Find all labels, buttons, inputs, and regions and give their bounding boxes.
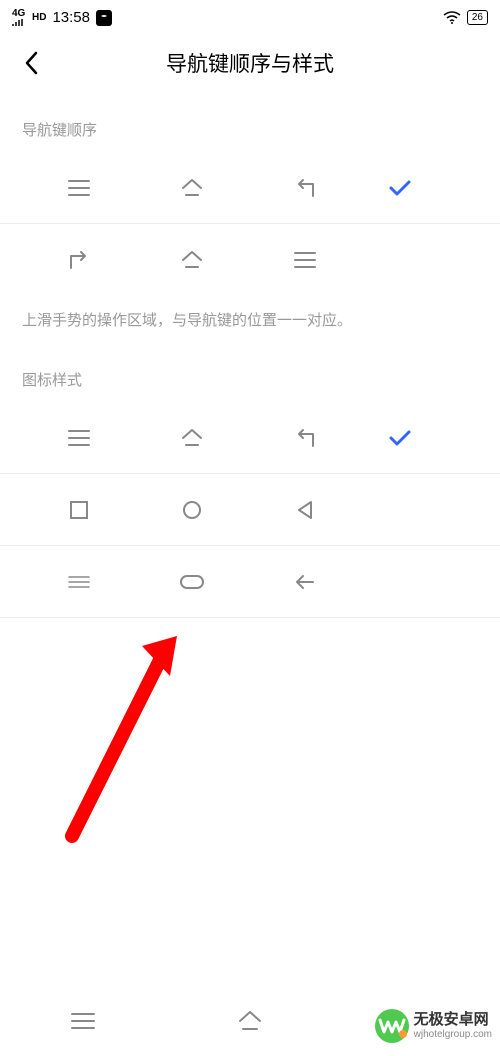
style-option-3[interactable]	[0, 546, 500, 618]
menu-icon	[65, 424, 93, 452]
watermark: 无极安卓网 wjhotelgroup.com	[374, 1008, 492, 1044]
watermark-url: wjhotelgroup.com	[414, 1029, 492, 1040]
order-option-1[interactable]	[0, 152, 500, 224]
notification-icon	[96, 10, 112, 26]
watermark-logo-icon	[374, 1008, 410, 1044]
menu-icon	[65, 174, 93, 202]
home-icon	[178, 174, 206, 202]
circle-icon	[178, 496, 206, 524]
section-order-label: 导航键顺序	[0, 91, 500, 152]
back-nav-icon	[291, 424, 319, 452]
triangle-back-icon	[291, 496, 319, 524]
page-header: 导航键顺序与样式	[0, 35, 500, 91]
home-icon	[178, 424, 206, 452]
check-icon	[388, 429, 412, 447]
home-icon	[178, 246, 206, 274]
arrow-left-icon	[291, 568, 319, 596]
hd-indicator: HD	[32, 13, 46, 23]
system-home-button[interactable]	[236, 1007, 264, 1035]
annotation-arrow	[62, 636, 192, 846]
style-option-1[interactable]	[0, 402, 500, 474]
system-menu-button[interactable]	[69, 1007, 97, 1035]
menu-icon	[291, 246, 319, 274]
section-order-desc: 上滑手势的操作区域，与导航键的位置一一对应。	[0, 296, 500, 341]
page-title: 导航键顺序与样式	[166, 48, 334, 78]
back-button[interactable]	[16, 48, 46, 78]
status-right: 26	[443, 10, 488, 25]
back-nav-icon	[65, 246, 93, 274]
check-icon	[388, 179, 412, 197]
back-nav-icon	[291, 174, 319, 202]
chevron-left-icon	[24, 51, 38, 75]
watermark-brand: 无极安卓网	[414, 1012, 492, 1029]
square-icon	[65, 496, 93, 524]
signal-indicator: 4G	[12, 9, 26, 27]
time-display: 13:58	[52, 9, 90, 26]
status-bar: 4G HD 13:58 26	[0, 0, 500, 35]
wifi-icon	[443, 11, 461, 25]
pill-icon	[178, 568, 206, 596]
style-option-2[interactable]	[0, 474, 500, 546]
section-style-label: 图标样式	[0, 341, 500, 402]
status-left: 4G HD 13:58	[12, 9, 112, 27]
menu-thin-icon	[65, 568, 93, 596]
battery-indicator: 26	[467, 10, 488, 25]
order-option-2[interactable]	[0, 224, 500, 296]
